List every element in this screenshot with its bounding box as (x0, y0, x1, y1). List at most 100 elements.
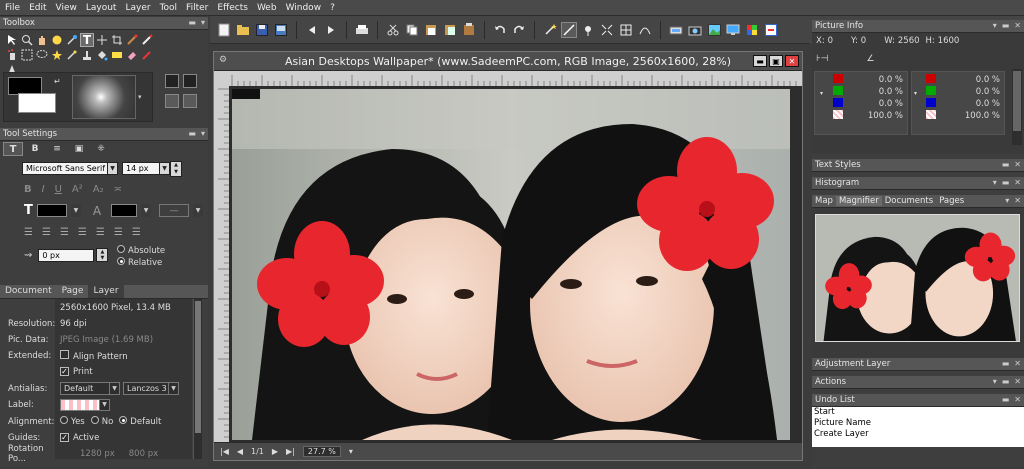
justify-icon[interactable]: ☰ (78, 227, 87, 238)
pin-icon[interactable] (580, 22, 596, 38)
camera-icon[interactable] (687, 22, 703, 38)
align-pattern-checkbox[interactable]: Align Pattern (60, 349, 128, 362)
scrollbar-thumb[interactable] (1013, 71, 1021, 131)
brush-icon[interactable] (125, 33, 139, 47)
scan-icon[interactable] (668, 22, 684, 38)
effects-tab-icon[interactable]: ⁜ (91, 142, 111, 156)
new-file-icon[interactable] (216, 22, 232, 38)
dropdown-icon[interactable]: ▾ (993, 178, 997, 187)
font-size-stepper[interactable]: ▲ ▼ (170, 161, 182, 177)
text-fill-icon[interactable]: T (24, 203, 33, 218)
label-color-swatch[interactable] (60, 398, 100, 411)
minimize-icon[interactable]: ▬ (188, 129, 196, 138)
font-size-value[interactable]: 14 px (122, 162, 160, 175)
tab-pages[interactable]: Pages (936, 196, 967, 206)
close-icon[interactable]: ✕ (1014, 395, 1021, 404)
stroke-width-stepper[interactable]: ▲ ▼ (96, 248, 109, 262)
monitor-icon[interactable] (725, 22, 741, 38)
text-fill-color-swatch[interactable] (36, 204, 67, 217)
chevron-down-icon[interactable]: ▼ (193, 204, 204, 217)
chevron-down-icon[interactable]: ▼ (100, 398, 110, 411)
menu-effects[interactable]: Effects (217, 3, 248, 13)
font-size-select[interactable]: 14 px ▼ (122, 162, 170, 175)
layer-thumbnail[interactable] (232, 89, 260, 99)
navigator-icon[interactable] (165, 94, 179, 108)
gradient-icon[interactable] (110, 48, 124, 62)
paste-new-icon[interactable] (442, 22, 458, 38)
menu-layout[interactable]: Layout (86, 3, 117, 13)
dropdown-icon[interactable]: ▾ (993, 377, 997, 386)
pointer-icon[interactable] (5, 33, 19, 47)
justify-right-icon[interactable]: ☰ (132, 227, 141, 238)
alignment-default-radio[interactable]: Default (119, 416, 161, 427)
tab-map[interactable]: Map (812, 196, 836, 206)
resample-select[interactable]: Lanczos 3 ▼ (123, 382, 179, 395)
color-picker-icon[interactable] (744, 22, 760, 38)
menu-edit[interactable]: Edit (29, 3, 46, 13)
first-page-icon[interactable]: |◀ (220, 447, 229, 456)
hand-icon[interactable] (35, 33, 49, 47)
fill-bucket-icon[interactable] (95, 48, 109, 62)
eyedropper-icon[interactable] (65, 33, 79, 47)
text-tab-icon[interactable]: T (3, 142, 23, 156)
lasso-icon[interactable] (35, 48, 49, 62)
cut-icon[interactable] (385, 22, 401, 38)
alignment-yes-radio[interactable]: Yes (60, 416, 85, 427)
undo-item[interactable]: Create Layer (814, 429, 1024, 440)
align-left-icon[interactable]: ☰ (24, 227, 33, 238)
actions-title[interactable]: Actions ▾ ▬ ✕ (812, 376, 1024, 389)
back-arrow-icon[interactable] (304, 22, 320, 38)
tab-document[interactable]: Document (0, 285, 57, 298)
picture-info-scrollbar[interactable] (1012, 69, 1022, 145)
undo-list-title[interactable]: Undo List ▬ ✕ (812, 394, 1024, 407)
justify-left-icon[interactable]: ☰ (96, 227, 105, 238)
minimize-icon[interactable]: ▬ (1002, 377, 1010, 386)
next-page-icon[interactable]: ▶ (272, 447, 278, 456)
close-icon[interactable]: ✕ (1014, 21, 1021, 30)
bold-icon[interactable]: B (24, 184, 32, 195)
copy-icon[interactable] (404, 22, 420, 38)
guides-checkbox[interactable]: ✓ Active (60, 432, 99, 443)
minimize-icon[interactable]: ▬ (188, 18, 196, 27)
close-icon[interactable]: ▾ (201, 129, 205, 138)
chevron-down-icon[interactable]: ▼ (70, 204, 81, 217)
close-icon[interactable]: ✕ (1014, 178, 1021, 187)
alignment-no-radio[interactable]: No (90, 416, 113, 427)
open-folder-icon[interactable] (235, 22, 251, 38)
stroke-width-input[interactable]: 0 px (38, 248, 95, 262)
mask-mode-icon[interactable] (165, 74, 179, 88)
spacing-icon[interactable]: ≍ (114, 184, 122, 195)
menu-view[interactable]: View (56, 3, 77, 13)
print-checkbox[interactable]: ✓ Print (60, 366, 93, 377)
tab-layer[interactable]: Layer (88, 285, 124, 298)
underline-icon[interactable]: U (55, 184, 62, 195)
menu-layer[interactable]: Layer (125, 3, 150, 13)
background-color-swatch[interactable] (18, 93, 56, 113)
chevron-down-icon[interactable]: ▼ (108, 162, 118, 175)
grid-icon[interactable] (618, 22, 634, 38)
chevron-down-icon[interactable]: ▾ (349, 447, 353, 456)
minimize-window-button[interactable]: ▬ (753, 55, 767, 67)
spray-icon[interactable] (5, 48, 19, 62)
dropdown-icon[interactable]: ▾ (993, 21, 997, 30)
tab-magnifier[interactable]: Magnifier (835, 196, 882, 206)
map-thumbnail[interactable] (815, 214, 1020, 342)
histogram-title[interactable]: Histogram ▾ ▬ ✕ (812, 177, 1024, 190)
text-styles-title[interactable]: Text Styles ▬ ✕ (812, 159, 1024, 172)
rect-select-icon[interactable] (20, 48, 34, 62)
outline-color-swatch[interactable] (111, 204, 138, 217)
menu-web[interactable]: Web (257, 3, 277, 13)
relative-radio[interactable]: Relative (117, 257, 165, 269)
magic-wand-icon[interactable] (542, 22, 558, 38)
zoom-value[interactable]: 27.7 % (302, 446, 341, 457)
scrollbar-thumb[interactable] (195, 301, 201, 433)
chevron-down-icon[interactable]: ▼ (141, 204, 152, 217)
radio-icon[interactable] (117, 257, 125, 265)
quick-mask-icon[interactable] (183, 74, 197, 88)
curve-icon[interactable] (637, 22, 653, 38)
undo-item[interactable]: Picture Name (814, 418, 1024, 429)
close-icon[interactable]: ✕ (1014, 359, 1021, 368)
bold-tab-icon[interactable]: B (25, 142, 45, 156)
smudge-icon[interactable] (140, 48, 154, 62)
star-select-icon[interactable] (50, 48, 64, 62)
